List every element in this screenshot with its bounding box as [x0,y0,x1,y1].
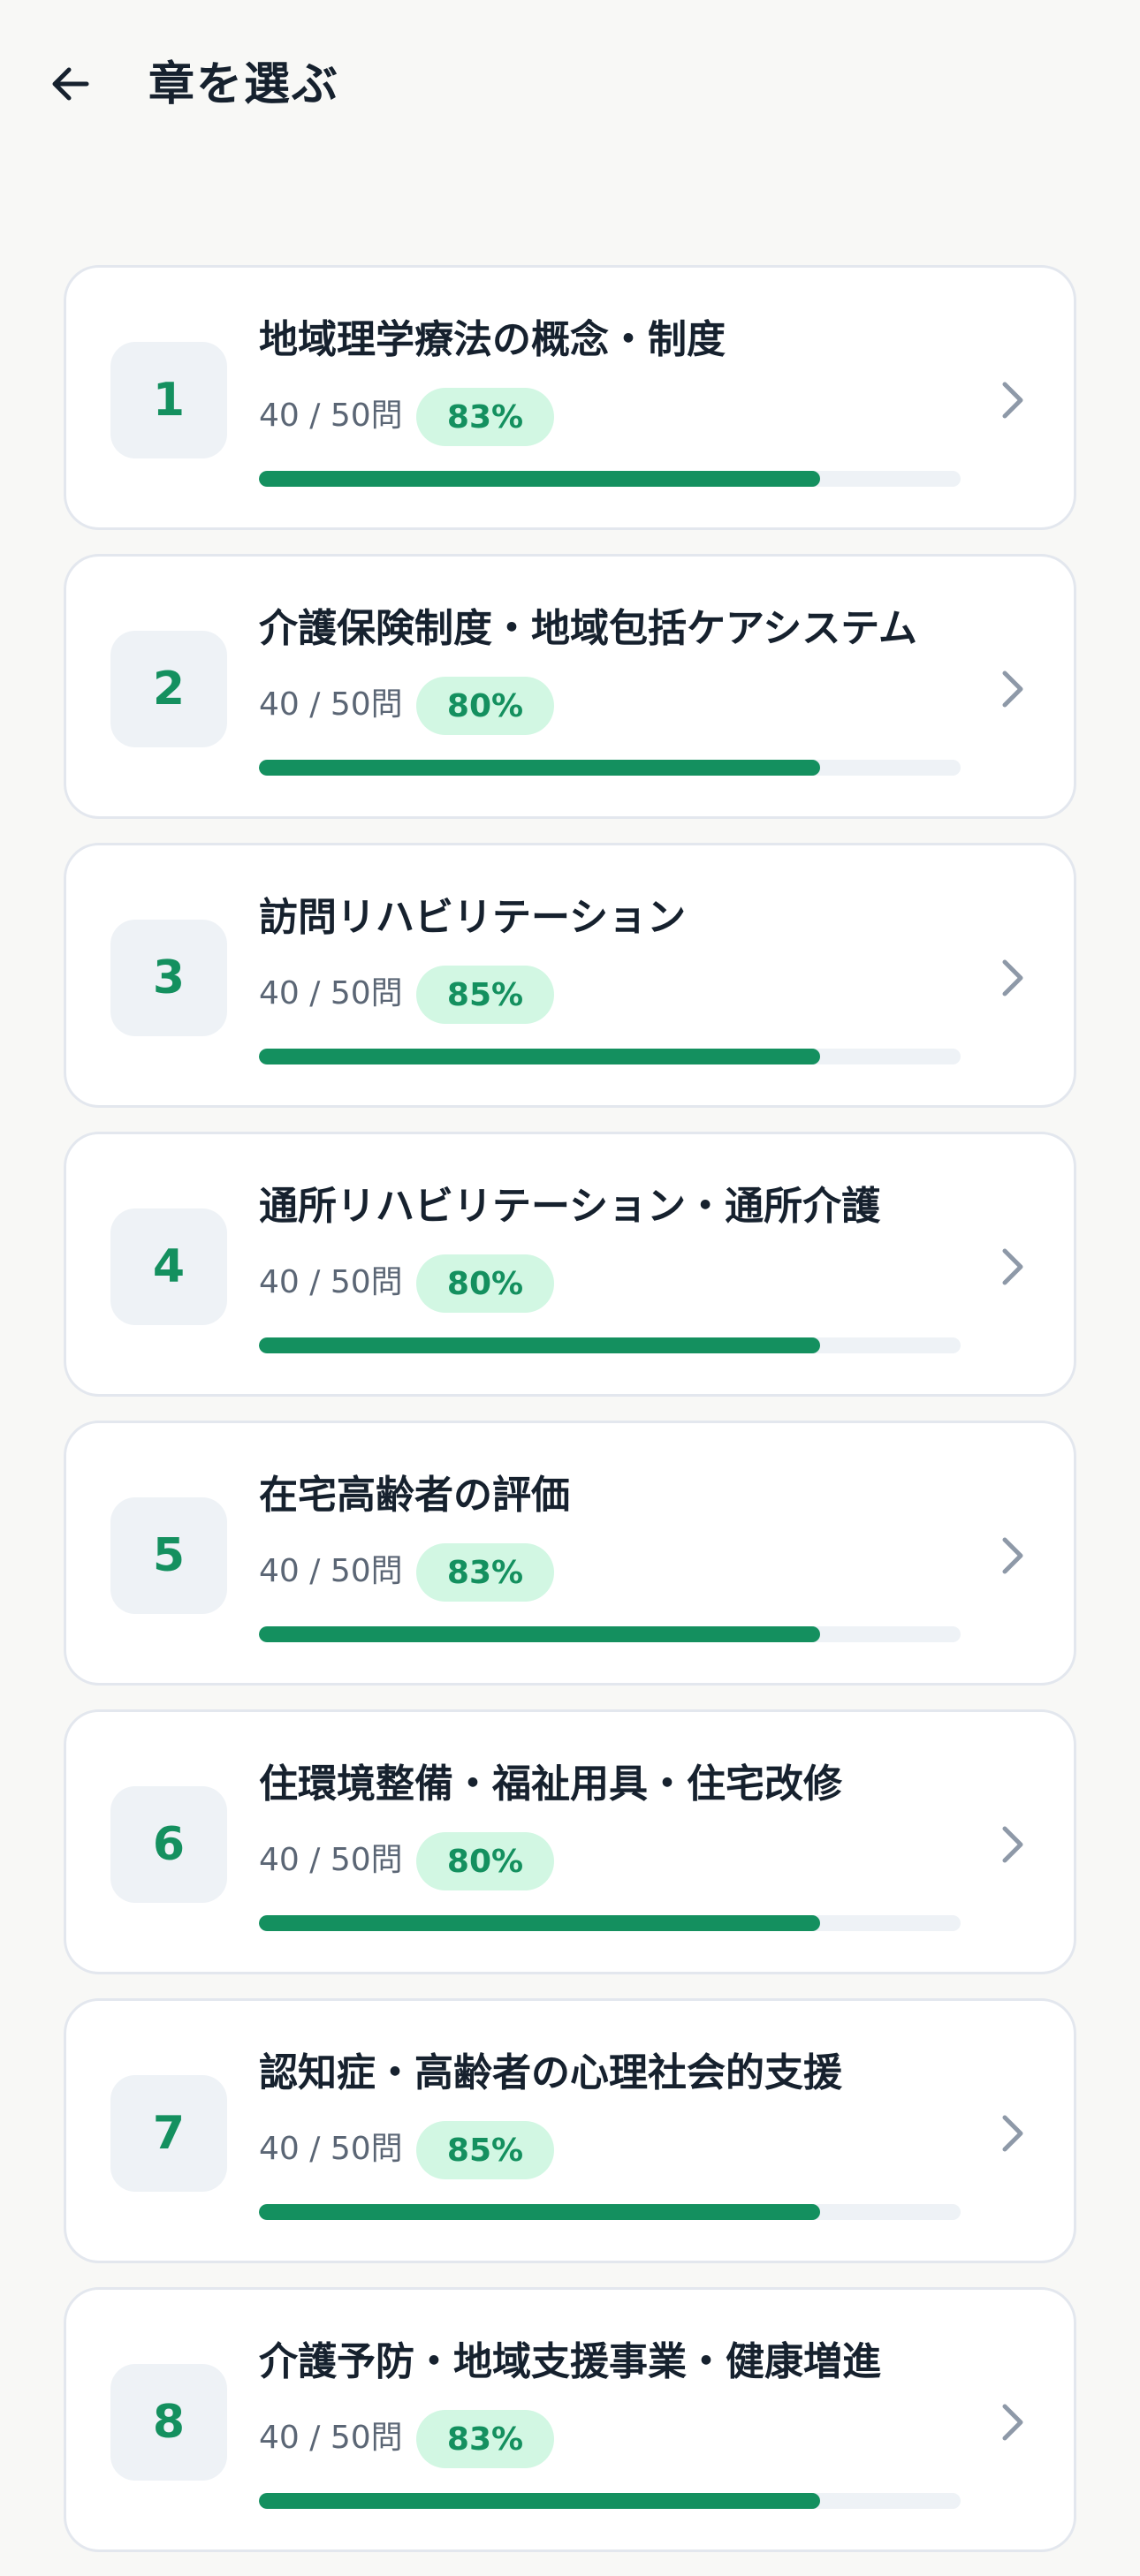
chapter-number: 1 [110,342,227,458]
chapter-number: 8 [110,2364,227,2481]
chapter-title: 認知症・高齢者の心理社会的支援 [259,2050,842,2095]
app-header: 章を選ぶ [0,0,1140,177]
chapter-title: 地域理学療法の概念・制度 [259,317,726,362]
question-count: 40 / 50問 [259,1264,403,1300]
question-count: 40 / 50問 [259,1553,403,1589]
progress-fill [259,471,821,487]
accuracy-badge: 80% [416,677,554,735]
accuracy-badge: 83% [416,388,554,446]
progress-fill [259,760,821,776]
progress-fill [259,1626,821,1642]
accuracy-badge: 85% [416,966,554,1024]
chapter-title: 介護保険制度・地域包括ケアシステム [259,606,917,651]
page-title: 章を選ぶ [148,58,340,111]
chapter-number: 6 [110,1786,227,1903]
question-count: 40 / 50問 [259,975,403,1011]
accuracy-badge: 80% [416,1254,554,1313]
chapter-card[interactable]: 8 介護予防・地域支援事業・健康増進 40 / 50問 83% [64,2287,1076,2552]
progress-fill [259,1915,821,1931]
progress-bar [259,471,961,487]
progress-bar [259,1049,961,1064]
chapter-title: 訪問リハビリテーション [259,895,687,940]
question-count: 40 / 50問 [259,1842,403,1878]
chevron-right-icon [985,943,1038,1013]
progress-fill [259,1049,821,1064]
progress-bar [259,2493,961,2509]
accuracy-badge: 80% [416,1832,554,1890]
chevron-right-icon [985,365,1038,436]
chapter-card[interactable]: 7 認知症・高齢者の心理社会的支援 40 / 50問 85% [64,1998,1076,2263]
chevron-right-icon [985,1520,1038,1591]
accuracy-badge: 83% [416,1543,554,1602]
chapter-title: 在宅高齢者の評価 [259,1473,570,1518]
progress-fill [259,2204,821,2220]
chevron-right-icon [985,654,1038,724]
progress-bar [259,1337,961,1353]
chapter-list: 1 地域理学療法の概念・制度 40 / 50問 83% 2 介護保険制度・地域包括ケアシス… [64,265,1076,2576]
arrow-left-icon [52,67,89,101]
question-count: 40 / 50問 [259,2420,403,2456]
chapter-card[interactable]: 1 地域理学療法の概念・制度 40 / 50問 83% [64,265,1076,530]
chapter-number: 2 [110,631,227,747]
progress-bar [259,2204,961,2220]
chapter-number: 4 [110,1208,227,1325]
progress-bar [259,1626,961,1642]
chevron-right-icon [985,2098,1038,2169]
back-button[interactable] [35,44,106,124]
chapter-number: 3 [110,920,227,1036]
question-count: 40 / 50問 [259,2131,403,2167]
chevron-right-icon [985,1231,1038,1302]
chapter-card[interactable]: 4 通所リハビリテーション・通所介護 40 / 50問 80% [64,1132,1076,1397]
progress-bar [259,760,961,776]
chapter-title: 通所リハビリテーション・通所介護 [259,1184,881,1229]
accuracy-badge: 83% [416,2410,554,2468]
question-count: 40 / 50問 [259,686,403,723]
chapter-card[interactable]: 5 在宅高齢者の評価 40 / 50問 83% [64,1421,1076,1686]
progress-bar [259,1915,961,1931]
accuracy-badge: 85% [416,2121,554,2179]
progress-fill [259,2493,821,2509]
chapter-title: 住環境整備・福祉用具・住宅改修 [259,1762,842,1807]
chapter-card[interactable]: 3 訪問リハビリテーション 40 / 50問 85% [64,843,1076,1108]
chapter-number: 7 [110,2075,227,2192]
chapter-title: 介護予防・地域支援事業・健康増進 [259,2339,881,2384]
progress-fill [259,1337,821,1353]
chapter-number: 5 [110,1497,227,1614]
chevron-right-icon [985,2387,1038,2458]
chapter-card[interactable]: 2 介護保険制度・地域包括ケアシステム 40 / 50問 80% [64,554,1076,819]
chapter-card[interactable]: 6 住環境整備・福祉用具・住宅改修 40 / 50問 80% [64,1709,1076,1974]
chevron-right-icon [985,1809,1038,1880]
question-count: 40 / 50問 [259,398,403,434]
